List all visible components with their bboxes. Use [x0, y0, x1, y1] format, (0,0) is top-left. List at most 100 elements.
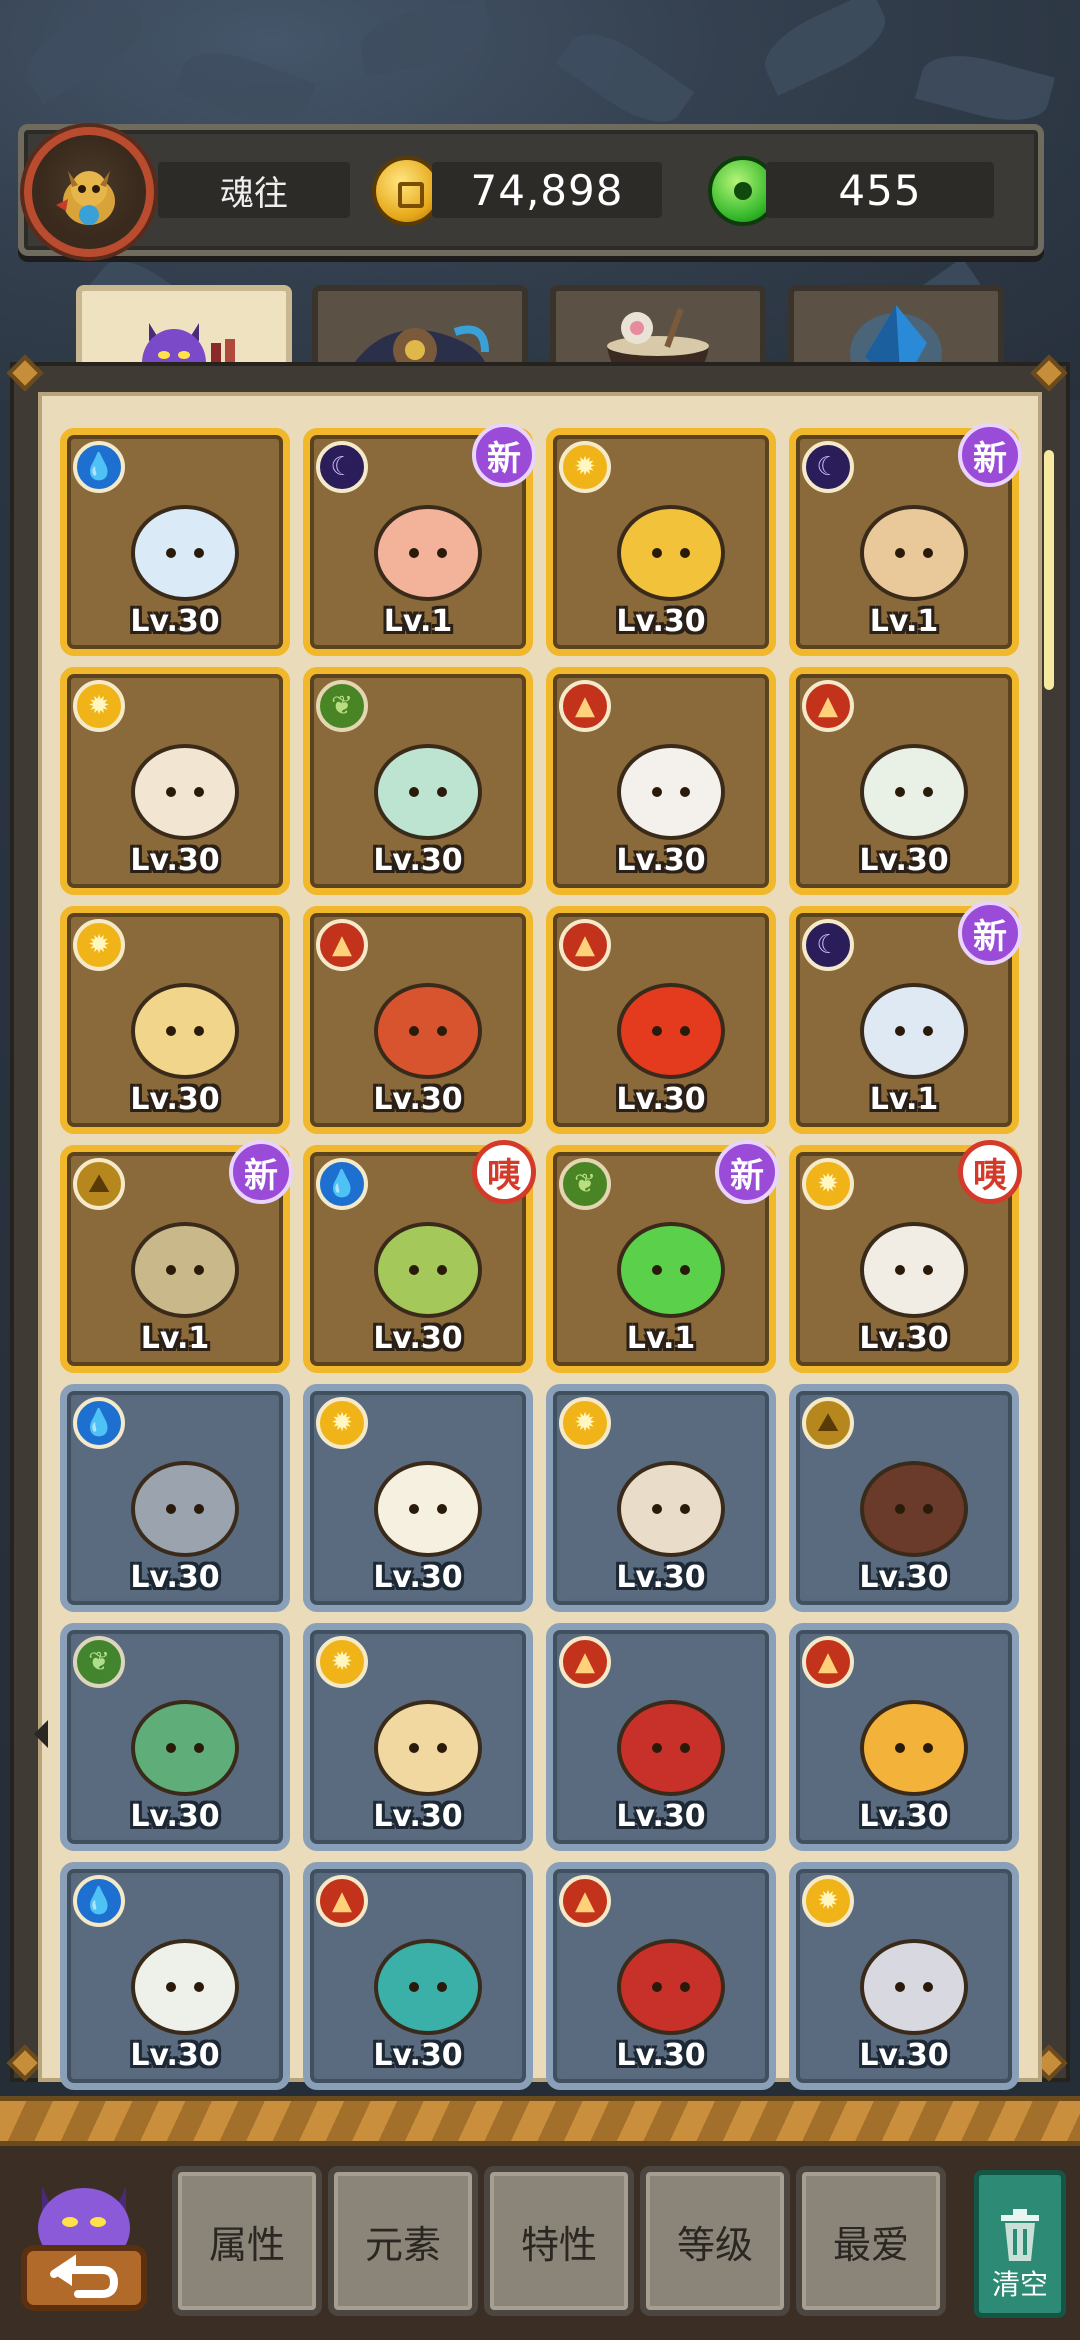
new-badge: 新 — [229, 1140, 293, 1204]
fire-element-icon: ▲ — [802, 680, 854, 732]
pet-card[interactable]: ✹ Lv.30 — [789, 1862, 1019, 2090]
pet-card[interactable]: ✹ Lv.30 — [60, 906, 290, 1134]
filter-element-button[interactable]: 元素 — [328, 2166, 478, 2316]
bottom-bar-trim — [0, 2096, 1080, 2146]
drill-shell-icon — [131, 983, 239, 1079]
pet-level: Lv.30 — [130, 843, 220, 878]
pet-level: Lv.30 — [859, 1799, 949, 1834]
clear-button[interactable]: 清空 — [974, 2170, 1066, 2318]
pet-level: Lv.30 — [616, 1560, 706, 1595]
pet-card[interactable]: ✹ Lv.30 — [303, 1384, 533, 1612]
light-element-icon: ✹ — [316, 1397, 368, 1449]
jade-amount: 455 — [766, 162, 994, 218]
pet-level: Lv.30 — [373, 843, 463, 878]
fire-element-icon: ▲ — [559, 1875, 611, 1927]
pet-card[interactable]: ☾ 新 Lv.1 — [789, 423, 1022, 656]
pet-level: Lv.30 — [859, 1321, 949, 1356]
pet-card[interactable]: ▲ Lv.30 — [789, 667, 1019, 895]
dark-element-icon: ☾ — [802, 919, 854, 971]
pet-card[interactable]: ✹ Lv.30 — [60, 667, 290, 895]
pet-level: Lv.30 — [373, 1082, 463, 1117]
pet-level: Lv.30 — [130, 1799, 220, 1834]
pet-level: Lv.1 — [869, 604, 939, 639]
pet-card[interactable]: ☾ 新 Lv.1 — [789, 901, 1022, 1134]
bamboo-icon — [374, 1222, 482, 1318]
gold-amount: 74,898 — [432, 162, 662, 218]
filter-level-button[interactable]: 等级 — [640, 2166, 790, 2316]
pet-card[interactable]: ⛰ Lv.30 — [789, 1384, 1019, 1612]
fire-element-icon: ▲ — [316, 1875, 368, 1927]
pet-level: Lv.30 — [373, 1560, 463, 1595]
pet-card[interactable]: ❦ Lv.30 — [303, 667, 533, 895]
pet-level: Lv.30 — [373, 1799, 463, 1834]
light-element-icon: ✹ — [559, 441, 611, 493]
water-element-icon: 💧 — [316, 1158, 368, 1210]
alert-badge: 咦 — [472, 1140, 536, 1204]
pet-level: Lv.1 — [383, 604, 453, 639]
pet-card[interactable]: ✹ Lv.30 — [546, 428, 776, 656]
light-element-icon: ✹ — [559, 1397, 611, 1449]
pet-level: Lv.30 — [616, 2038, 706, 2073]
dark-element-icon: ☾ — [802, 441, 854, 493]
pet-card[interactable]: ✹ Lv.30 — [546, 1384, 776, 1612]
pet-card[interactable]: ⛰ 新 Lv.1 — [60, 1140, 293, 1373]
scholar-icon — [860, 505, 968, 601]
pet-level: Lv.1 — [140, 1321, 210, 1356]
red-blanket-icon — [617, 1461, 725, 1557]
pet-card[interactable]: 💧 Lv.30 — [60, 1384, 290, 1612]
pet-card[interactable]: ▲ Lv.30 — [789, 1623, 1019, 1851]
propeller-cat-icon — [860, 1700, 968, 1796]
new-badge: 新 — [715, 1140, 779, 1204]
red-hedgehog-icon — [617, 1939, 725, 2035]
white-rabbit-icon — [860, 1939, 968, 2035]
player-avatar[interactable] — [24, 127, 154, 257]
pet-card[interactable]: ▲ Lv.30 — [303, 906, 533, 1134]
ruyi-sprite-icon — [374, 744, 482, 840]
pet-level: Lv.30 — [859, 1560, 949, 1595]
pet-card[interactable]: ▲ Lv.30 — [546, 667, 776, 895]
new-badge: 新 — [472, 423, 536, 487]
pet-card[interactable]: ▲ Lv.30 — [546, 906, 776, 1134]
red-banner-icon — [617, 1700, 725, 1796]
fire-element-icon: ▲ — [316, 919, 368, 971]
pet-card[interactable]: 💧 Lv.30 — [60, 428, 290, 656]
pet-level: Lv.30 — [859, 2038, 949, 2073]
pet-level: Lv.30 — [616, 1082, 706, 1117]
scrollbar[interactable] — [1044, 450, 1054, 690]
box-creature-icon — [374, 505, 482, 601]
fire-element-icon: ▲ — [802, 1636, 854, 1688]
filter-attribute-button[interactable]: 属性 — [172, 2166, 322, 2316]
pet-card[interactable]: ❦ 新 Lv.1 — [546, 1140, 779, 1373]
light-element-icon: ✹ — [316, 1636, 368, 1688]
pet-card[interactable]: ✹ Lv.30 — [303, 1623, 533, 1851]
new-badge: 新 — [958, 901, 1022, 965]
red-ball-icon — [374, 983, 482, 1079]
pet-card[interactable]: ☾ 新 Lv.1 — [303, 423, 536, 656]
earth-element-icon: ⛰ — [73, 1158, 125, 1210]
ice-fairy-icon — [131, 505, 239, 601]
leaf-element-icon: ❦ — [73, 1636, 125, 1688]
earth-element-icon: ⛰ — [802, 1397, 854, 1449]
pet-level: Lv.30 — [130, 1560, 220, 1595]
pet-card[interactable]: ✹ 咦 Lv.30 — [789, 1140, 1022, 1373]
filter-trait-button[interactable]: 特性 — [484, 2166, 634, 2316]
pet-card[interactable]: 💧 Lv.30 — [60, 1862, 290, 2090]
trash-can-icon — [1001, 2209, 1039, 2261]
pet-level: Lv.30 — [616, 1799, 706, 1834]
pipe-bag-icon — [131, 1222, 239, 1318]
green-slime-icon — [617, 1222, 725, 1318]
back-button[interactable] — [14, 2170, 154, 2320]
fire-element-icon: ▲ — [559, 919, 611, 971]
pet-card[interactable]: ▲ Lv.30 — [546, 1623, 776, 1851]
pet-card[interactable]: ❦ Lv.30 — [60, 1623, 290, 1851]
water-element-icon: 💧 — [73, 1875, 125, 1927]
pet-card[interactable]: ▲ Lv.30 — [303, 1862, 533, 2090]
pet-card[interactable]: 💧 咦 Lv.30 — [303, 1140, 536, 1373]
pet-card[interactable]: ▲ Lv.30 — [546, 1862, 776, 2090]
salt-spoon-icon — [860, 983, 968, 1079]
pet-level: Lv.30 — [616, 843, 706, 878]
pet-level: Lv.30 — [130, 604, 220, 639]
fire-element-icon: ▲ — [559, 1636, 611, 1688]
feather-pen-icon — [860, 1222, 968, 1318]
filter-favorite-button[interactable]: 最爱 — [796, 2166, 946, 2316]
